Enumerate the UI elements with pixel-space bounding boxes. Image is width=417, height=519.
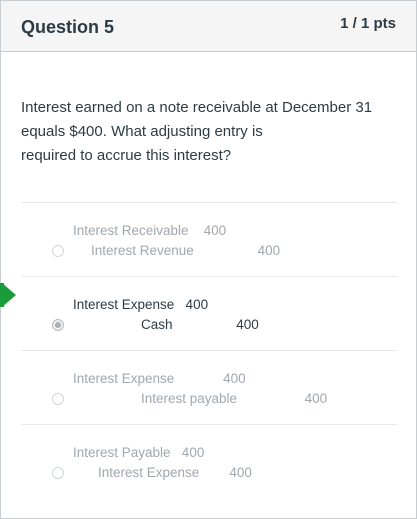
question-text-line: required to accrue this interest? (21, 147, 232, 164)
question-header: Question 5 1 / 1 pts (1, 1, 416, 52)
answer-credit-line: Interest Revenue 400 (91, 243, 281, 258)
answer-radio[interactable] (52, 467, 64, 479)
answer-debit-line: Interest Receivable 400 (73, 223, 227, 238)
answer-divider (21, 202, 397, 203)
question-card: Question 5 1 / 1 pts Interest earned on … (0, 0, 417, 519)
answer-option-3[interactable]: Interest Expense 400 Interest payable 40… (21, 352, 397, 424)
question-title: Question 5 (21, 17, 115, 37)
answer-debit-line: Interest Payable 400 (73, 445, 205, 460)
question-text-line: Interest earned on a note receivable at … (21, 99, 373, 116)
answer-radio[interactable] (52, 245, 64, 257)
answer-radio[interactable] (52, 393, 64, 405)
answer-credit-line: Cash 400 (141, 317, 259, 332)
answer-divider (21, 350, 397, 351)
answer-option-4[interactable]: Interest Payable 400 Interest Expense 40… (21, 426, 397, 498)
question-text: Interest earned on a note receivable at … (21, 96, 401, 168)
answer-option-1[interactable]: Interest Receivable 400 Interest Revenue… (21, 204, 397, 276)
answer-divider (21, 424, 397, 425)
answer-credit-line: Interest Expense 400 (98, 465, 252, 480)
answer-divider (21, 276, 397, 277)
answer-radio-selected[interactable] (52, 319, 64, 331)
answer-debit-line: Interest Expense 400 (73, 297, 209, 312)
correct-answer-arrow-icon (2, 283, 16, 307)
answer-option-2[interactable]: Interest Expense 400 Cash 400 (21, 278, 397, 350)
question-points: 1 / 1 pts (340, 15, 396, 32)
question-text-line: equals $400. What adjusting entry is (21, 123, 263, 140)
answer-credit-line: Interest payable 400 (141, 391, 328, 406)
answer-debit-line: Interest Expense 400 (73, 371, 246, 386)
